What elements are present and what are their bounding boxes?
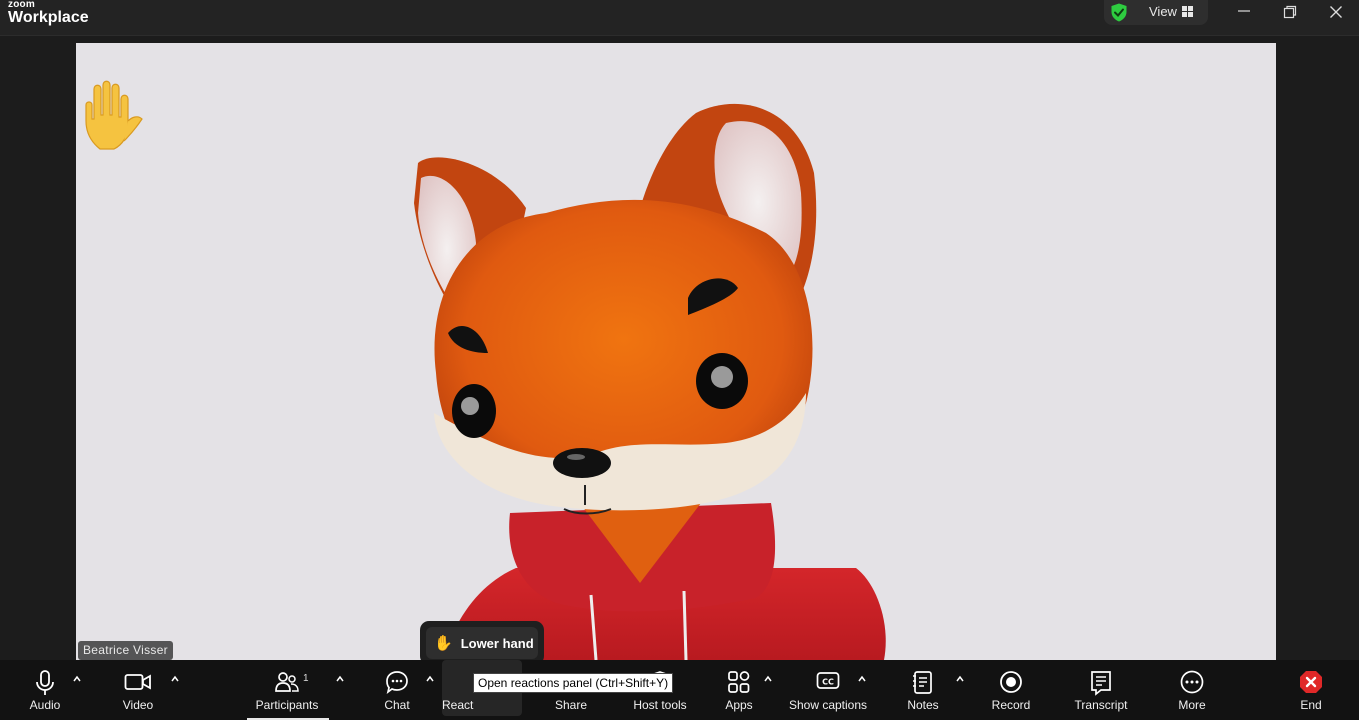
apps-options-chevron-icon[interactable] <box>763 674 773 684</box>
restore-button[interactable] <box>1267 0 1313 24</box>
zoom-meeting-window: zoom Workplace View Beatrice Visser ✋ Lo… <box>0 0 1359 720</box>
notes-icon <box>913 671 932 694</box>
captions-options-chevron-icon[interactable] <box>857 674 867 684</box>
end-button[interactable]: End <box>1290 660 1332 720</box>
restore-icon <box>1283 5 1297 19</box>
notes-options-chevron-icon[interactable] <box>955 674 965 684</box>
fox-avatar <box>414 103 886 660</box>
more-label: More <box>1178 698 1206 712</box>
record-label: Record <box>991 698 1031 712</box>
close-icon <box>1330 6 1342 18</box>
meeting-toolbar-right: Share Host tools Apps CC Show captions N… <box>0 660 1359 720</box>
show-captions-button[interactable]: CC Show captions <box>786 660 870 720</box>
minimize-icon <box>1238 10 1250 12</box>
participant-name-tag: Beatrice Visser <box>78 641 173 660</box>
title-bar: zoom Workplace View <box>0 0 1359 36</box>
shield-check-icon <box>1111 3 1127 22</box>
close-button[interactable] <box>1313 0 1359 24</box>
hand-icon: ✋ <box>434 635 453 652</box>
host-tools-label: Host tools <box>633 698 687 712</box>
video-tile: Beatrice Visser <box>76 43 1276 660</box>
lower-hand-button[interactable]: ✋ Lower hand <box>426 627 538 659</box>
lower-hand-popup: ✋ Lower hand <box>420 621 544 665</box>
end-label: End <box>1300 698 1322 712</box>
more-button[interactable]: More <box>1168 660 1216 720</box>
apps-label: Apps <box>725 698 753 712</box>
transcript-icon <box>1091 671 1111 696</box>
more-dots-icon <box>1180 670 1204 694</box>
notes-label: Notes <box>907 698 939 712</box>
view-button[interactable]: View <box>1104 0 1208 25</box>
minimize-button[interactable] <box>1221 0 1267 24</box>
app-logo: zoom Workplace <box>8 0 89 26</box>
record-button[interactable]: Record <box>986 660 1036 720</box>
apps-grid-icon <box>728 671 750 693</box>
grid-view-icon <box>1182 6 1193 17</box>
notes-button[interactable]: Notes <box>902 660 944 720</box>
show-captions-label: Show captions <box>788 698 868 712</box>
reactions-tooltip: Open reactions panel (Ctrl+Shift+Y) <box>473 673 674 693</box>
transcript-button[interactable]: Transcript <box>1068 660 1134 720</box>
svg-text:CC: CC <box>822 678 834 687</box>
end-meeting-icon <box>1300 671 1322 693</box>
lower-hand-label: Lower hand <box>460 635 534 651</box>
raised-hand-icon <box>85 80 143 150</box>
transcript-label: Transcript <box>1074 698 1128 712</box>
closed-captions-icon: CC <box>816 672 840 689</box>
brand-workplace: Workplace <box>8 9 89 26</box>
apps-button[interactable]: Apps <box>718 660 760 720</box>
record-icon <box>1000 671 1022 693</box>
view-label: View <box>1149 4 1177 19</box>
share-label: Share <box>554 698 588 712</box>
